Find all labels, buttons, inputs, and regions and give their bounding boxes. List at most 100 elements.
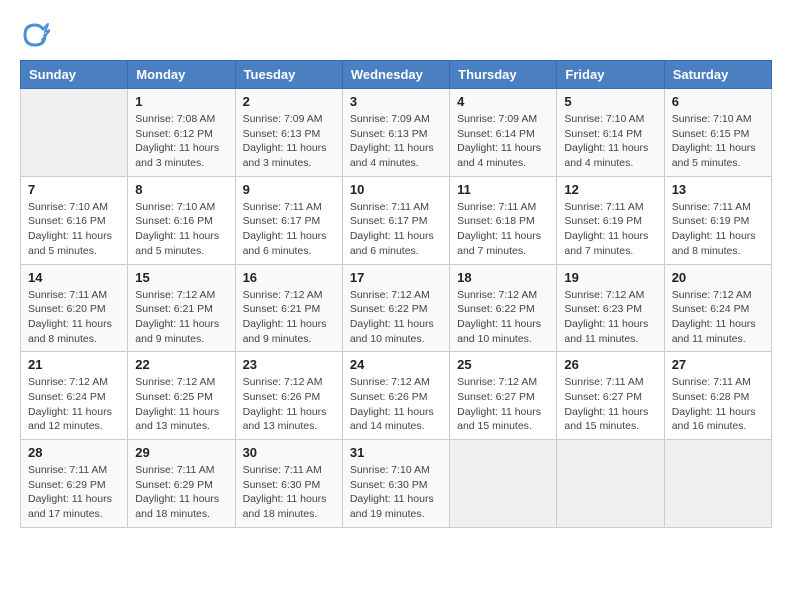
day-number: 23 [243,357,335,372]
day-cell: 26Sunrise: 7:11 AM Sunset: 6:27 PM Dayli… [557,352,664,440]
day-number: 20 [672,270,764,285]
day-cell: 1 Sunrise: 7:08 AM Sunset: 6:12 PM Daylig… [128,89,235,177]
calendar-table: SundayMondayTuesdayWednesdayThursdayFrid… [20,60,772,528]
day-number: 1 [135,94,227,109]
day-info: Sunrise: 7:11 AM Sunset: 6:19 PM Dayligh… [564,200,656,259]
day-cell: 4 Sunrise: 7:09 AM Sunset: 6:14 PM Daylig… [450,89,557,177]
day-info: Sunrise: 7:11 AM Sunset: 6:17 PM Dayligh… [243,200,335,259]
day-info: Sunrise: 7:12 AM Sunset: 6:26 PM Dayligh… [350,375,442,434]
header-cell-saturday: Saturday [664,61,771,89]
day-cell: 27Sunrise: 7:11 AM Sunset: 6:28 PM Dayli… [664,352,771,440]
day-cell: 8 Sunrise: 7:10 AM Sunset: 6:16 PM Daylig… [128,176,235,264]
day-cell: 5 Sunrise: 7:10 AM Sunset: 6:14 PM Daylig… [557,89,664,177]
day-info: Sunrise: 7:12 AM Sunset: 6:22 PM Dayligh… [457,288,549,347]
day-info: Sunrise: 7:10 AM Sunset: 6:16 PM Dayligh… [28,200,120,259]
day-cell: 17Sunrise: 7:12 AM Sunset: 6:22 PM Dayli… [342,264,449,352]
day-info: Sunrise: 7:11 AM Sunset: 6:18 PM Dayligh… [457,200,549,259]
day-number: 24 [350,357,442,372]
day-cell: 22 Sunrise: 7:12 AM Sunset: 6:25 PM Dayli… [128,352,235,440]
day-number: 12 [564,182,656,197]
day-info: Sunrise: 7:09 AM Sunset: 6:14 PM Dayligh… [457,112,549,171]
day-number: 6 [672,94,764,109]
logo-icon [20,20,50,50]
day-number: 31 [350,445,442,460]
day-cell: 12 Sunrise: 7:11 AM Sunset: 6:19 PM Dayli… [557,176,664,264]
header-cell-sunday: Sunday [21,61,128,89]
header-cell-thursday: Thursday [450,61,557,89]
day-info: Sunrise: 7:12 AM Sunset: 6:25 PM Dayligh… [135,375,227,434]
day-number: 11 [457,182,549,197]
week-row-4: 21 Sunrise: 7:12 AM Sunset: 6:24 PM Dayli… [21,352,772,440]
day-info: Sunrise: 7:11 AM Sunset: 6:30 PM Dayligh… [243,463,335,522]
day-cell [450,440,557,528]
day-info: Sunrise: 7:12 AM Sunset: 6:24 PM Dayligh… [672,288,764,347]
day-info: Sunrise: 7:12 AM Sunset: 6:26 PM Dayligh… [243,375,335,434]
day-number: 15 [135,270,227,285]
day-info: Sunrise: 7:12 AM Sunset: 6:27 PM Dayligh… [457,375,549,434]
week-row-2: 7 Sunrise: 7:10 AM Sunset: 6:16 PM Daylig… [21,176,772,264]
day-number: 9 [243,182,335,197]
day-number: 30 [243,445,335,460]
day-number: 14 [28,270,120,285]
day-cell: 14 Sunrise: 7:11 AM Sunset: 6:20 PM Dayli… [21,264,128,352]
day-info: Sunrise: 7:12 AM Sunset: 6:23 PM Dayligh… [564,288,656,347]
day-info: Sunrise: 7:09 AM Sunset: 6:13 PM Dayligh… [243,112,335,171]
day-number: 5 [564,94,656,109]
day-cell: 24 Sunrise: 7:12 AM Sunset: 6:26 PM Dayli… [342,352,449,440]
day-info: Sunrise: 7:10 AM Sunset: 6:16 PM Dayligh… [135,200,227,259]
day-cell [557,440,664,528]
day-info: Sunrise: 7:11 AM Sunset: 6:27 PM Dayligh… [564,375,656,434]
day-info: Sunrise: 7:10 AM Sunset: 6:15 PM Dayligh… [672,112,764,171]
day-cell: 16 Sunrise: 7:12 AM Sunset: 6:21 PM Dayli… [235,264,342,352]
day-cell: 9 Sunrise: 7:11 AM Sunset: 6:17 PM Daylig… [235,176,342,264]
calendar-header: SundayMondayTuesdayWednesdayThursdayFrid… [21,61,772,89]
day-cell: 19 Sunrise: 7:12 AM Sunset: 6:23 PM Dayli… [557,264,664,352]
day-info: Sunrise: 7:11 AM Sunset: 6:20 PM Dayligh… [28,288,120,347]
day-number: 4 [457,94,549,109]
day-number: 19 [564,270,656,285]
week-row-5: 28 Sunrise: 7:11 AM Sunset: 6:29 PM Dayli… [21,440,772,528]
day-number: 21 [28,357,120,372]
day-number: 7 [28,182,120,197]
day-info: Sunrise: 7:11 AM Sunset: 6:17 PM Dayligh… [350,200,442,259]
day-info: Sunrise: 7:08 AM Sunset: 6:12 PM Dayligh… [135,112,227,171]
day-number: 17 [350,270,442,285]
day-info: Sunrise: 7:12 AM Sunset: 6:21 PM Dayligh… [243,288,335,347]
day-number: 28 [28,445,120,460]
week-row-1: 1 Sunrise: 7:08 AM Sunset: 6:12 PM Daylig… [21,89,772,177]
day-number: 10 [350,182,442,197]
day-cell: 18 Sunrise: 7:12 AM Sunset: 6:22 PM Dayli… [450,264,557,352]
day-info: Sunrise: 7:12 AM Sunset: 6:21 PM Dayligh… [135,288,227,347]
week-row-3: 14 Sunrise: 7:11 AM Sunset: 6:20 PM Dayli… [21,264,772,352]
day-number: 18 [457,270,549,285]
day-number: 8 [135,182,227,197]
day-number: 29 [135,445,227,460]
header-cell-monday: Monday [128,61,235,89]
day-number: 3 [350,94,442,109]
day-cell: 10 Sunrise: 7:11 AM Sunset: 6:17 PM Dayli… [342,176,449,264]
day-info: Sunrise: 7:11 AM Sunset: 6:29 PM Dayligh… [135,463,227,522]
day-info: Sunrise: 7:11 AM Sunset: 6:19 PM Dayligh… [672,200,764,259]
day-info: Sunrise: 7:12 AM Sunset: 6:24 PM Dayligh… [28,375,120,434]
day-info: Sunrise: 7:10 AM Sunset: 6:14 PM Dayligh… [564,112,656,171]
day-info: Sunrise: 7:09 AM Sunset: 6:13 PM Dayligh… [350,112,442,171]
day-cell: 28Sunrise: 7:11 AM Sunset: 6:29 PM Dayli… [21,440,128,528]
calendar-body: 1 Sunrise: 7:08 AM Sunset: 6:12 PM Daylig… [21,89,772,528]
header-row: SundayMondayTuesdayWednesdayThursdayFrid… [21,61,772,89]
day-cell: 20 Sunrise: 7:12 AM Sunset: 6:24 PM Dayli… [664,264,771,352]
day-cell: 7 Sunrise: 7:10 AM Sunset: 6:16 PM Daylig… [21,176,128,264]
day-number: 13 [672,182,764,197]
day-number: 2 [243,94,335,109]
header [20,20,772,50]
day-number: 16 [243,270,335,285]
logo [20,20,54,50]
day-cell: 23 Sunrise: 7:12 AM Sunset: 6:26 PM Dayli… [235,352,342,440]
day-cell: 6 Sunrise: 7:10 AM Sunset: 6:15 PM Daylig… [664,89,771,177]
day-cell: 30 Sunrise: 7:11 AM Sunset: 6:30 PM Dayli… [235,440,342,528]
day-number: 22 [135,357,227,372]
day-cell: 2 Sunrise: 7:09 AM Sunset: 6:13 PM Daylig… [235,89,342,177]
header-cell-tuesday: Tuesday [235,61,342,89]
day-cell: 25Sunrise: 7:12 AM Sunset: 6:27 PM Dayli… [450,352,557,440]
day-cell: 15 Sunrise: 7:12 AM Sunset: 6:21 PM Dayli… [128,264,235,352]
day-cell: 11 Sunrise: 7:11 AM Sunset: 6:18 PM Dayli… [450,176,557,264]
